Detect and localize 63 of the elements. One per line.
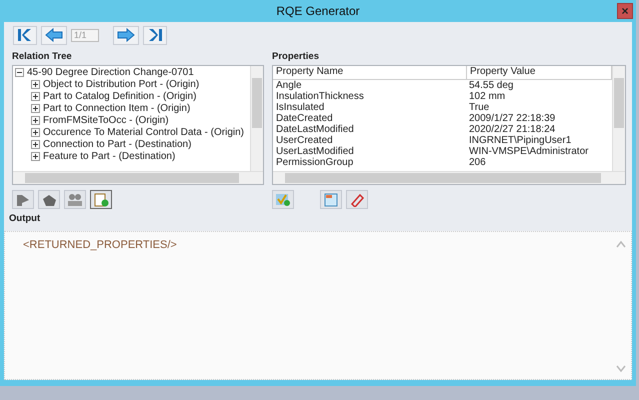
table-cell-text: IsInsulated	[275, 102, 326, 113]
expand-icon[interactable]	[31, 80, 40, 88]
check-add-button[interactable]	[272, 190, 294, 209]
last-icon	[147, 28, 163, 42]
column-header[interactable]: Property Name	[273, 66, 467, 79]
section-label: Relation Tree	[12, 50, 73, 63]
xml-text: <RETURNED_PROPERTIES/>	[23, 239, 178, 253]
expand-icon[interactable]	[31, 152, 40, 160]
last-page-button[interactable]	[143, 26, 167, 44]
table-cell-text: PermissionGroup	[275, 157, 354, 168]
first-icon	[17, 28, 33, 42]
right-arrow-icon	[117, 28, 135, 42]
tree-item[interactable]: Object to Distribution Port - (Origin)	[43, 78, 200, 90]
close-button[interactable]: ×	[617, 3, 633, 19]
expand-icon[interactable]	[31, 92, 40, 100]
table-cell-text: True	[468, 102, 490, 113]
first-page-button[interactable]	[13, 26, 37, 44]
section-label: Properties	[272, 50, 320, 63]
window-title: RQE Generator	[276, 4, 360, 18]
tool-button[interactable]	[64, 190, 86, 209]
table-cell-text: 54.55 deg	[468, 80, 514, 91]
table-cell-text: UserCreated	[275, 135, 334, 146]
table-cell-text: DateLastModified	[275, 124, 355, 135]
tool-button[interactable]	[38, 190, 60, 209]
tree-item[interactable]: FromFMSiteToOcc - (Origin)	[43, 114, 169, 126]
tree-item[interactable]: Feature to Part - (Destination)	[43, 150, 176, 162]
people-icon	[67, 192, 83, 206]
previous-button[interactable]	[41, 26, 67, 44]
collapse-icon[interactable]	[15, 68, 24, 76]
eraser-button[interactable]	[346, 190, 368, 209]
tree-item[interactable]: Part to Catalog Definition - (Origin)	[43, 90, 196, 102]
table-cell-text: InsulationThickness	[275, 91, 365, 102]
add-document-button[interactable]	[90, 190, 112, 209]
eraser-icon	[349, 192, 365, 206]
tree-item[interactable]: Connection to Part - (Destination)	[43, 138, 192, 150]
expand-icon[interactable]	[31, 128, 40, 136]
horizontal-scrollbar[interactable]	[13, 171, 263, 184]
tree-item[interactable]: 45-90 Degree Direction Change-0701	[27, 66, 194, 78]
document-add-icon	[93, 192, 109, 206]
table-cell-text: 2020/2/27 21:18:24	[468, 124, 556, 135]
table-cell-text: 206	[468, 157, 487, 168]
table-cell-text: 102 mm	[468, 91, 506, 102]
table-cell-text: 2009/1/27 22:18:39	[468, 113, 556, 124]
check-add-icon	[275, 192, 291, 206]
table-cell-text: INGRNET\PipingUser1	[468, 135, 572, 146]
expand-icon[interactable]	[31, 104, 40, 112]
vertical-scrollbar[interactable]	[612, 66, 625, 171]
table-cell-text: DateCreated	[275, 113, 334, 124]
tool-button[interactable]	[12, 190, 34, 209]
table-cell-text: Angle	[275, 80, 303, 91]
vertical-scrollbar[interactable]	[250, 66, 263, 171]
next-button[interactable]	[113, 26, 139, 44]
left-arrow-icon	[45, 28, 63, 42]
table-cell-text: WIN-VMSPE\Administrator	[468, 146, 590, 157]
table-cell-text: UserLastModified	[275, 146, 355, 157]
section-label: Output	[9, 212, 42, 225]
note-button[interactable]	[320, 190, 342, 209]
tree-item[interactable]: Part to Connection Item - (Origin)	[43, 102, 190, 114]
expand-icon[interactable]	[31, 116, 40, 124]
expand-icon[interactable]	[31, 140, 40, 148]
tree-item[interactable]: Occurence To Material Control Data - (Origin)	[43, 126, 244, 138]
note-icon	[323, 192, 339, 206]
horizontal-scrollbar[interactable]	[273, 171, 625, 184]
